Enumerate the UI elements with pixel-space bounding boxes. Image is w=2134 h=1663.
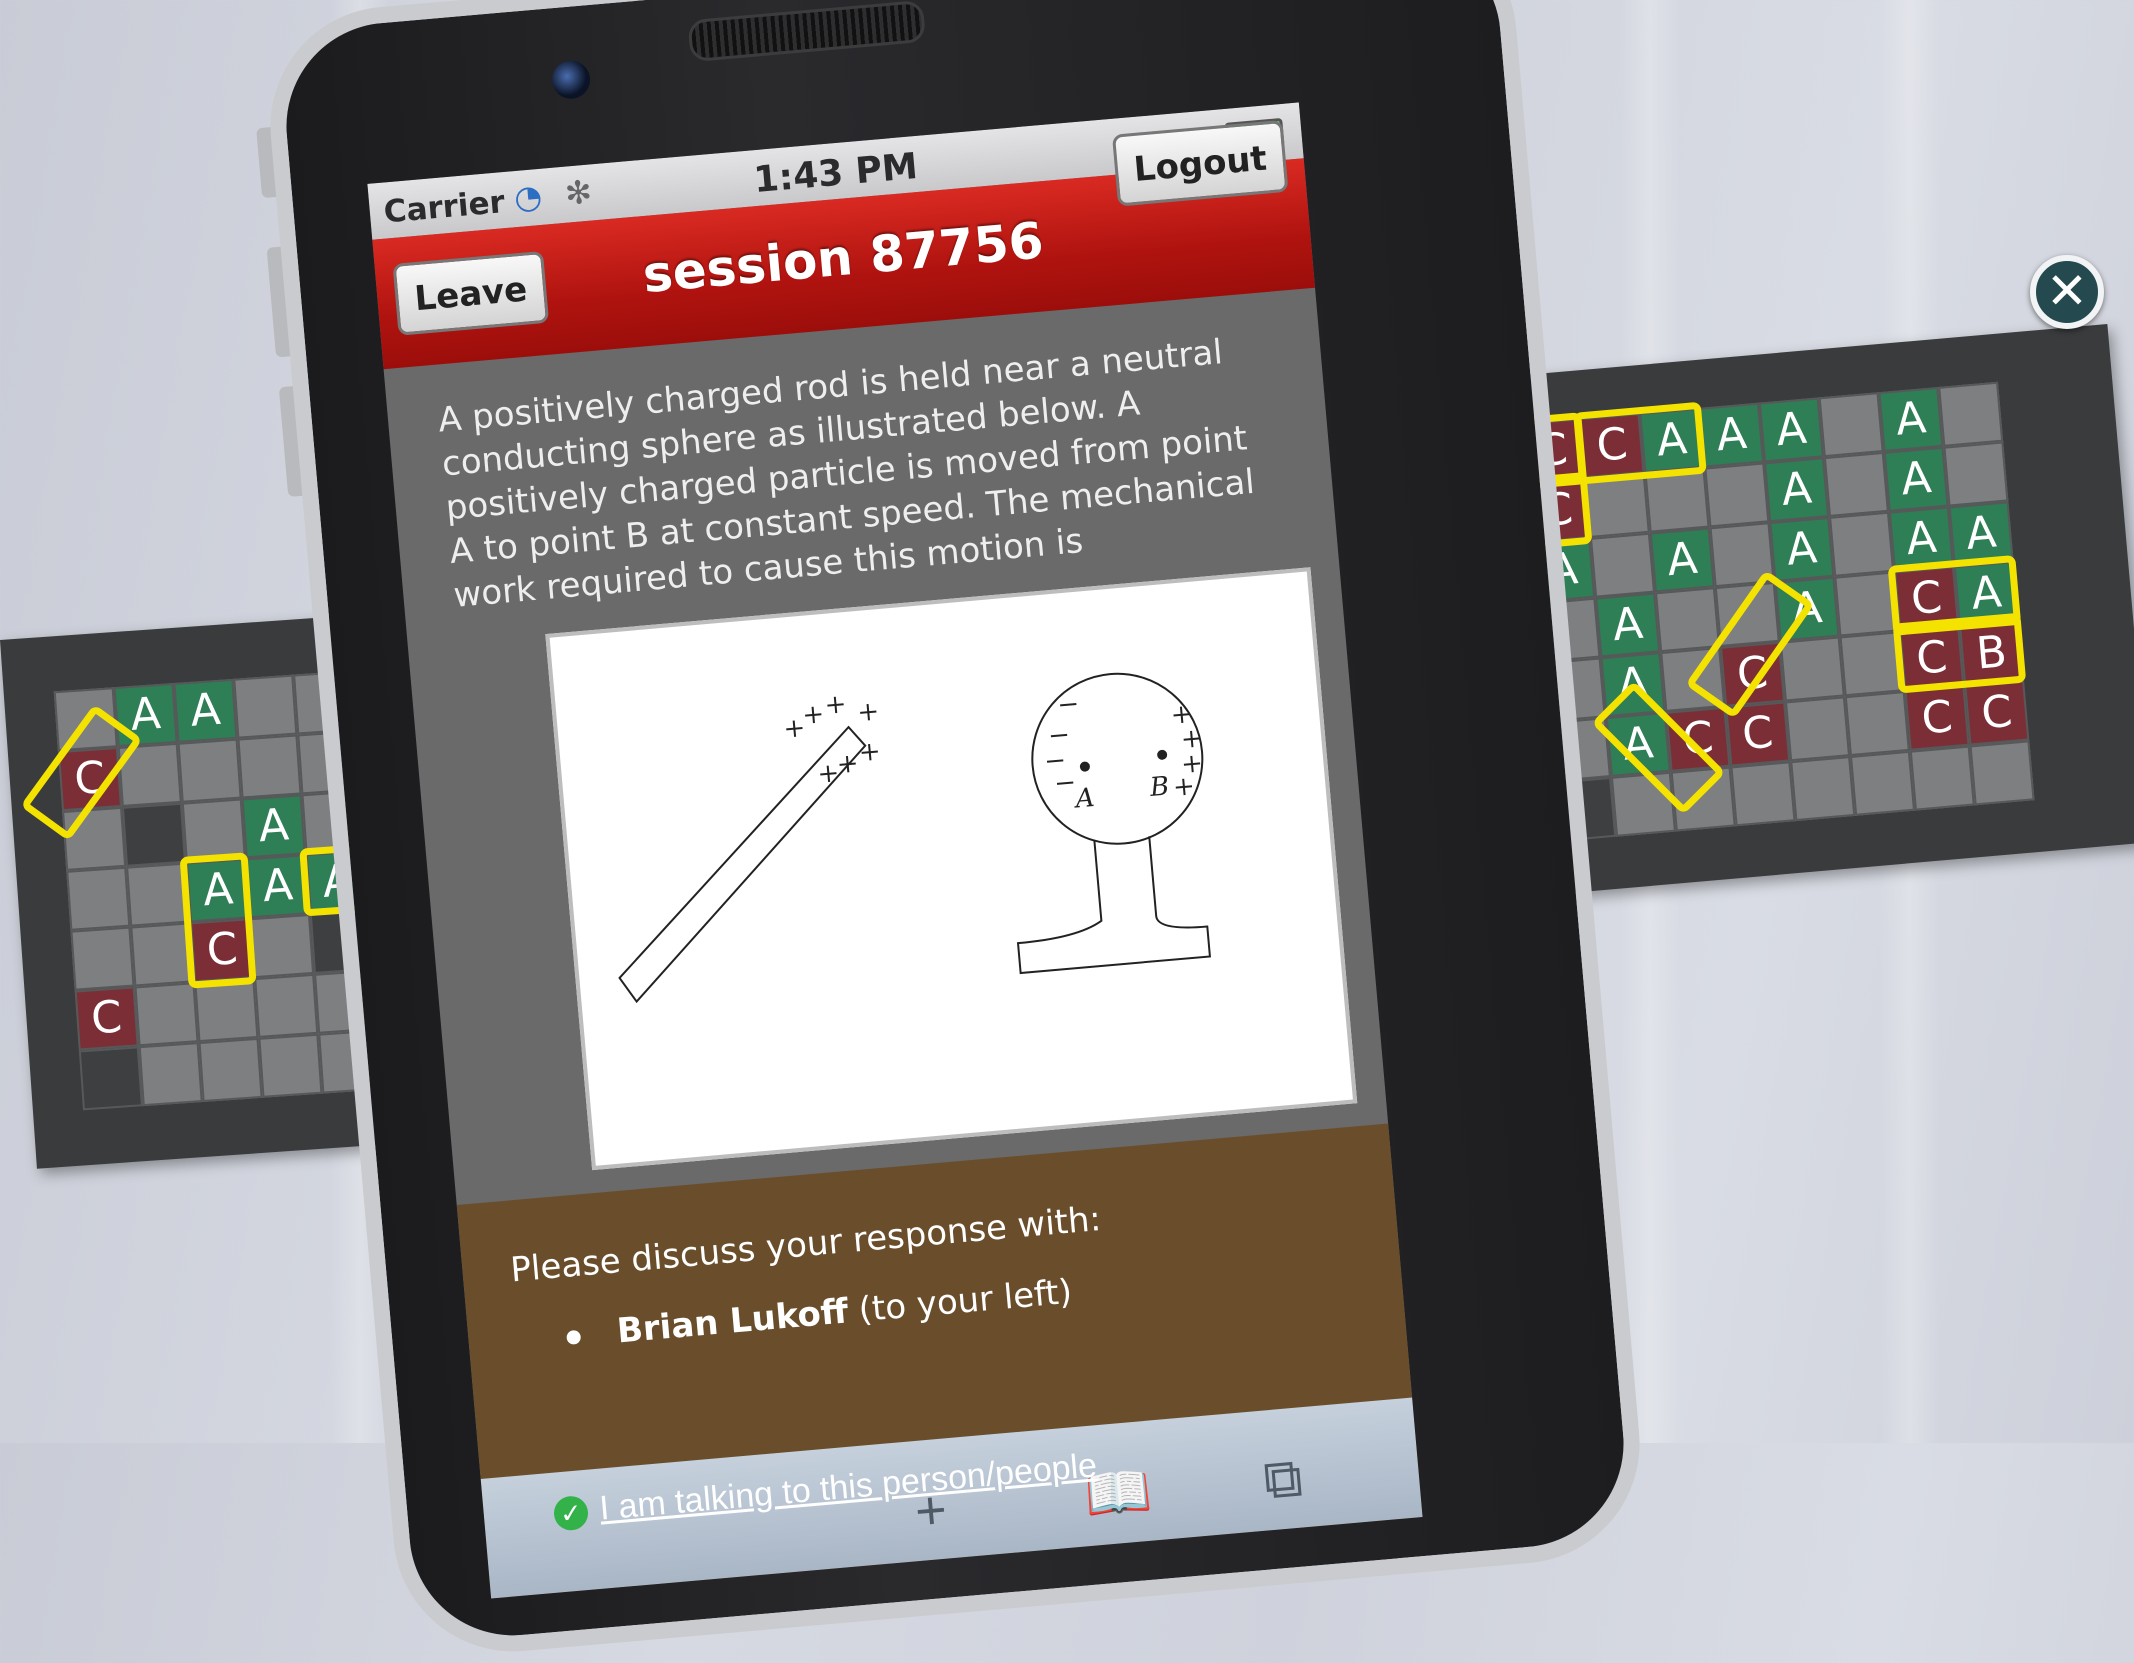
svg-text:+: + [858, 736, 882, 768]
svg-text:+: + [836, 748, 860, 780]
phone-screen: Carrier ◔ ✻ 1:43 PM Leave session 87756 … [367, 102, 1423, 1599]
physics-figure: + + + + + + + − − − − + + + + A B [545, 567, 1358, 1171]
seat-cell [198, 1037, 263, 1102]
seat-cell [1909, 745, 1975, 811]
seat-cell: A [1649, 527, 1715, 593]
phone-device: Carrier ◔ ✻ 1:43 PM Leave session 87756 … [256, 0, 1650, 1662]
seat-cell: C [1904, 685, 1970, 751]
seat-cell [134, 982, 199, 1047]
check-icon: ✓ [552, 1494, 590, 1532]
seat-cell [1785, 696, 1851, 762]
seat-cell [258, 1033, 323, 1098]
seat-cell [1829, 511, 1895, 577]
partner-position: (to your left) [857, 1271, 1074, 1331]
seat-cell: C [74, 986, 139, 1051]
seat-cell [1943, 441, 2009, 507]
svg-text:−: − [1053, 767, 1077, 799]
seat-cell [1730, 761, 1796, 827]
seat-cell [1790, 756, 1856, 822]
seat-cell [233, 674, 298, 739]
partner-name: Brian Lukoff [615, 1291, 850, 1352]
seat-cell: C [1964, 680, 2030, 746]
seat-cell [1779, 636, 1845, 702]
seat-cell: A [1878, 386, 1944, 452]
seat-cell [1823, 451, 1889, 517]
seat-cell: A [1769, 516, 1835, 582]
rod-sphere-diagram: +++ + +++ −−−− ++++ A B [618, 672, 1211, 1004]
seat-cell [1590, 532, 1656, 598]
seat-cell: A [1758, 397, 1824, 463]
seat-cell [138, 1042, 203, 1107]
seat-cell: A [1595, 592, 1661, 658]
seat-cell [250, 914, 315, 979]
seat-cell: A [1764, 457, 1830, 523]
seat-cell [1938, 381, 2004, 447]
sphere-stand [1016, 836, 1211, 975]
pages-icon[interactable]: ⧉ [1261, 1446, 1305, 1512]
svg-text:−: − [1056, 689, 1080, 721]
seat-cell: A [1883, 446, 1949, 512]
seat-cell [1969, 740, 2035, 806]
point-a-label: A [1072, 783, 1095, 815]
svg-text:+: + [823, 689, 847, 721]
seat-cell [177, 738, 242, 803]
seat-cell [194, 978, 259, 1043]
svg-text:+: + [1172, 771, 1196, 803]
close-icon[interactable]: ✕ [2030, 255, 2104, 329]
seat-cell [121, 802, 186, 867]
seat-cell: A [1699, 402, 1765, 468]
seat-cell [78, 1046, 143, 1111]
seat-cell [1818, 392, 1884, 458]
seat-cell: A [241, 794, 306, 859]
seat-cell [70, 926, 135, 991]
seat-cell [1850, 750, 1916, 816]
svg-text:+: + [801, 699, 825, 731]
point-b-label: B [1148, 771, 1171, 803]
pair-highlight [1573, 401, 1707, 485]
seat-cell [1704, 462, 1770, 528]
seat-cell: A [173, 678, 238, 743]
seat-cell [1844, 691, 1910, 757]
pair-highlight [1892, 612, 2027, 694]
svg-text:+: + [856, 696, 880, 728]
seat-cell [254, 973, 319, 1038]
logout-button[interactable]: Logout [1111, 119, 1289, 207]
bullet-icon [566, 1329, 582, 1345]
pair-highlight [179, 852, 257, 989]
seat-cell [237, 734, 302, 799]
seat-cell [66, 866, 131, 931]
seat-cell [1655, 587, 1721, 653]
